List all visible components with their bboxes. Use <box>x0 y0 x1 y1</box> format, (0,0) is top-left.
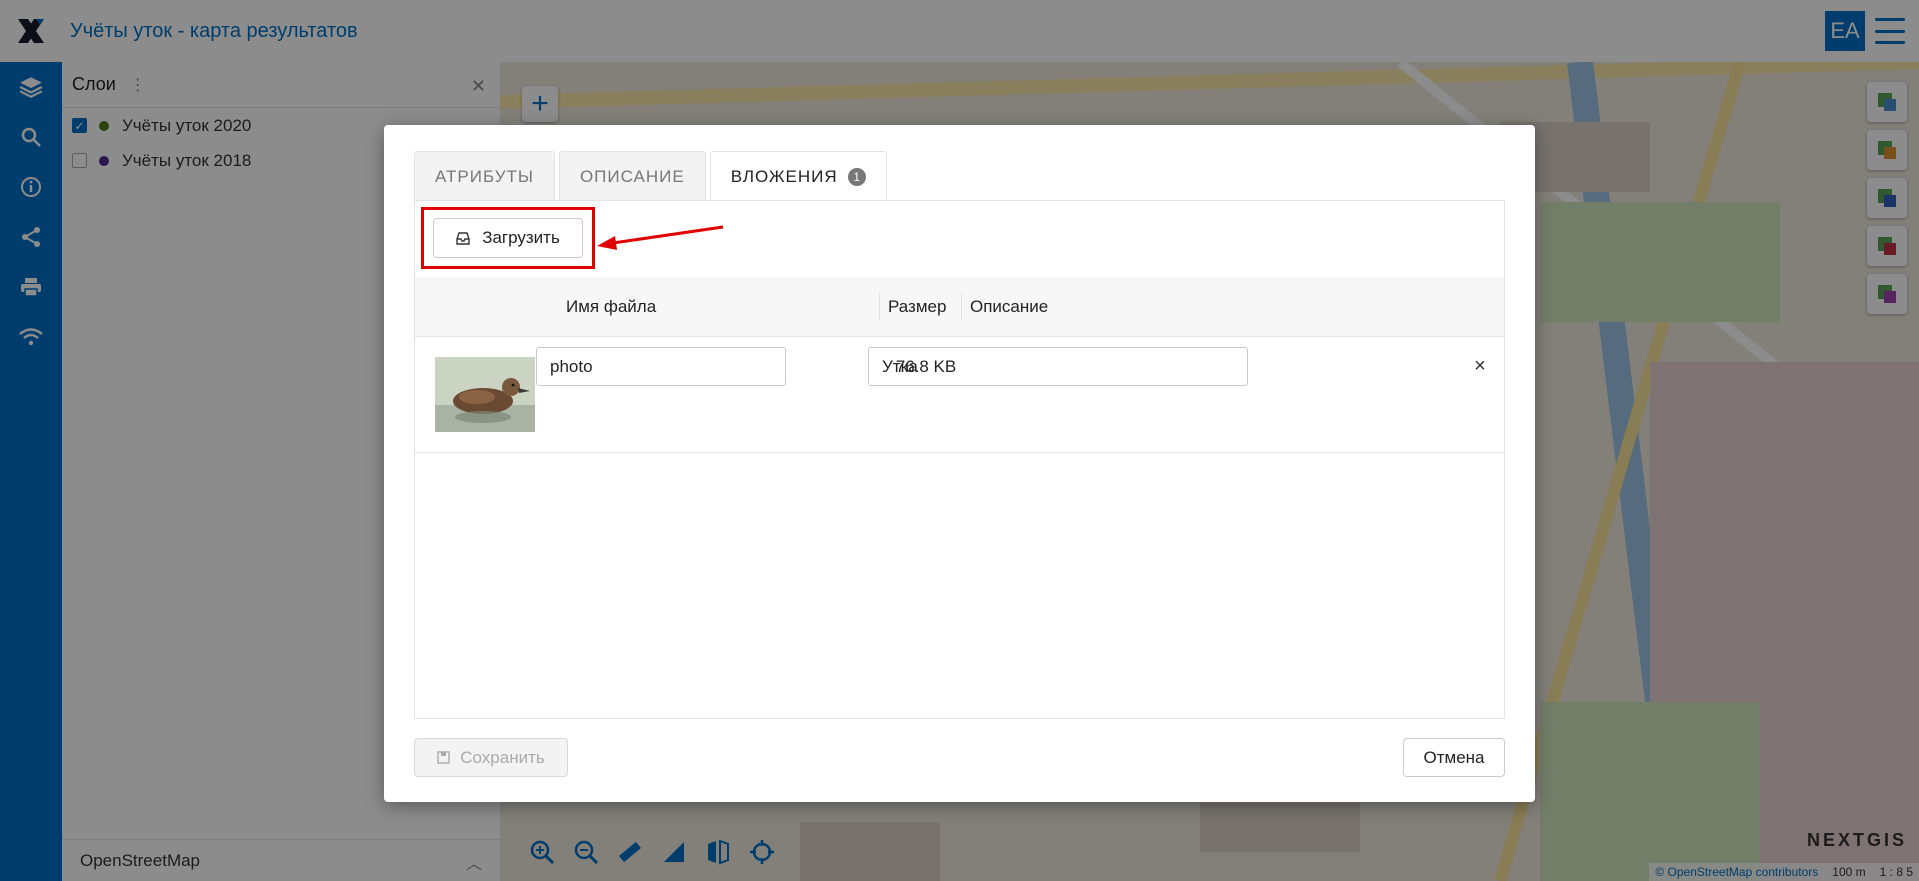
save-icon <box>437 751 450 764</box>
tab-attributes[interactable]: АТРИБУТЫ <box>414 151 555 201</box>
upload-label: Загрузить <box>482 228 560 247</box>
red-arrow-annotation <box>597 225 724 250</box>
tab-attachments-label: ВЛОЖЕНИЯ <box>730 166 838 186</box>
column-separator <box>961 293 962 321</box>
column-header-description: Описание <box>970 297 1049 316</box>
duck-image <box>435 357 535 432</box>
save-button[interactable]: Сохранить <box>414 738 568 777</box>
attachments-table-header: Имя файла Размер Описание <box>415 277 1504 337</box>
save-label: Сохранить <box>460 747 545 767</box>
column-separator <box>879 293 880 321</box>
inbox-icon <box>456 231 470 245</box>
attachment-dialog: АТРИБУТЫ ОПИСАНИЕ ВЛОЖЕНИЯ 1 Загрузить И… <box>384 125 1535 802</box>
delete-attachment-button[interactable]: × <box>1465 351 1495 381</box>
attachments-count-badge: 1 <box>847 167 866 186</box>
tab-bar: АТРИБУТЫ ОПИСАНИЕ ВЛОЖЕНИЯ 1 <box>414 151 891 201</box>
file-description-input[interactable]: Утка <box>868 347 1248 386</box>
tab-description[interactable]: ОПИСАНИЕ <box>558 151 706 201</box>
attachments-panel: Загрузить Имя файла Размер Описание phot… <box>414 200 1505 719</box>
column-header-name: Имя файла <box>566 297 657 316</box>
column-header-size: Размер <box>888 297 947 316</box>
file-name-input[interactable]: photo <box>536 347 786 386</box>
upload-button[interactable]: Загрузить <box>433 218 583 258</box>
cancel-button[interactable]: Отмена <box>1403 738 1505 777</box>
attachment-thumbnail[interactable] <box>435 357 535 432</box>
close-icon: × <box>1474 354 1486 377</box>
tab-attachments[interactable]: ВЛОЖЕНИЯ 1 <box>709 151 887 201</box>
table-row: photo 76.8 KB Утка × <box>415 337 1504 453</box>
